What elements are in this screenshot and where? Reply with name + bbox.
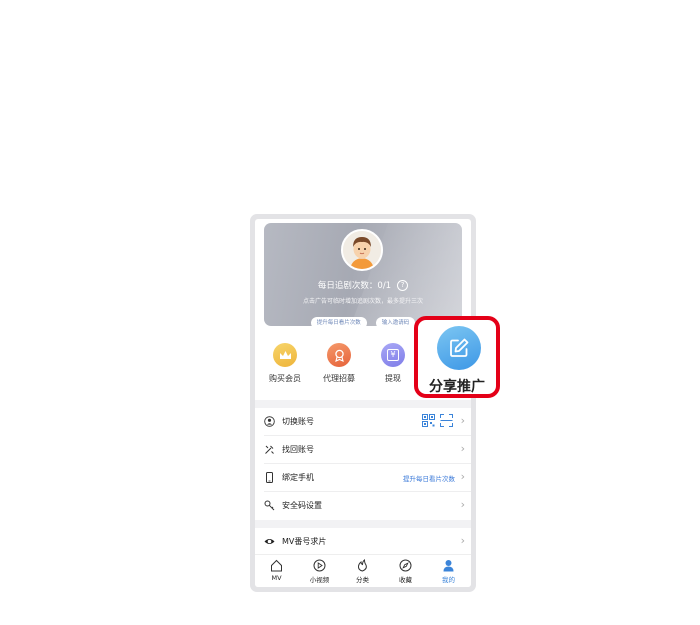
person-icon: [443, 560, 454, 572]
chevron-right-icon: ›: [460, 470, 465, 483]
app-screen: 每日追剧次数：0/1? 点击广告可临时增加追剧次数，最多提升三次 提升每日看片次…: [255, 219, 471, 587]
crown-icon: [273, 343, 297, 367]
security-code-row[interactable]: 安全码设置 ›: [255, 492, 471, 520]
profile-card: 每日追剧次数：0/1? 点击广告可临时增加追剧次数，最多提升三次 提升每日看片次…: [264, 223, 462, 326]
tab-short-video[interactable]: 小视频: [298, 559, 341, 584]
share-promotion-callout[interactable]: 分享推广: [414, 316, 500, 398]
key-icon: [264, 500, 275, 511]
bind-phone-row[interactable]: 绑定手机 提升每日看片次数 ›: [255, 464, 471, 492]
home-icon: [271, 559, 282, 572]
switch-account-row[interactable]: 切换账号 ›: [255, 408, 471, 436]
scan-icon[interactable]: [440, 414, 453, 427]
enter-invite-code-button[interactable]: 输入邀请码: [375, 317, 416, 326]
increase-daily-views-button[interactable]: 提升每日看片次数: [310, 317, 367, 326]
phone-icon: [266, 472, 273, 483]
phone-frame: 每日追剧次数：0/1? 点击广告可临时增加追剧次数，最多提升三次 提升每日看片次…: [250, 214, 476, 592]
tab-mine[interactable]: 我的: [427, 559, 470, 584]
watch-hint: 点击广告可临时增加追剧次数，最多提升三次: [302, 298, 423, 305]
share-promotion-label: 分享推广: [429, 379, 485, 395]
section-divider: [255, 520, 471, 528]
daily-watch-count: 每日追剧次数：0/1?: [264, 279, 462, 291]
tab-category[interactable]: 分类: [341, 559, 384, 584]
chevron-right-icon: ›: [460, 498, 465, 511]
qr-code-icon[interactable]: [422, 414, 435, 427]
increase-views-link[interactable]: 提升每日看片次数: [403, 473, 455, 483]
edit-icon: [437, 326, 481, 370]
help-icon[interactable]: ?: [397, 280, 409, 291]
flame-icon: [357, 559, 367, 572]
play-icon: [313, 559, 326, 572]
bottom-tab-bar: MV 小视频 分类 收藏 我的: [255, 554, 471, 587]
chevron-right-icon: ›: [460, 414, 465, 427]
tools-icon: [265, 445, 274, 454]
section-divider: [255, 400, 471, 408]
compass-icon: [399, 559, 412, 572]
agent-recruit-shortcut[interactable]: 代理招募: [316, 343, 362, 384]
tab-mv[interactable]: MV: [255, 559, 298, 582]
chevron-right-icon: ›: [460, 534, 465, 547]
recover-account-row[interactable]: 找回账号 ›: [255, 436, 471, 464]
withdraw-shortcut[interactable]: ¥ 提现: [370, 343, 416, 384]
medal-icon: [327, 343, 351, 367]
chevron-right-icon: ›: [460, 442, 465, 455]
eye-icon: [264, 539, 275, 544]
user-circle-icon: [264, 416, 275, 427]
avatar-image: [343, 231, 381, 269]
yuan-icon: ¥: [381, 343, 405, 367]
buy-vip-shortcut[interactable]: 购买会员: [262, 343, 308, 384]
tab-favorites[interactable]: 收藏: [384, 559, 427, 584]
avatar[interactable]: [341, 229, 383, 271]
mv-request-row[interactable]: MV番号求片 ›: [255, 528, 471, 556]
